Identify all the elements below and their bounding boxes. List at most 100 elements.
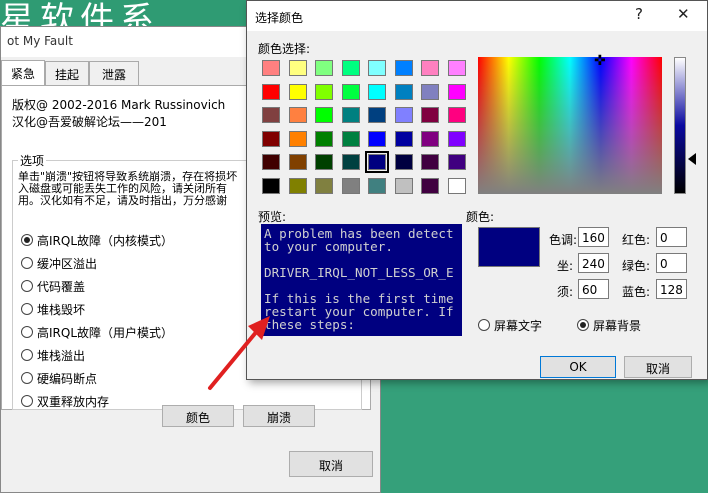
color-swatch[interactable] <box>447 83 466 100</box>
preview-area: A problem has been detect to your comput… <box>261 224 462 336</box>
color-swatch[interactable] <box>288 83 307 100</box>
lum-label: 须: <box>557 285 574 299</box>
color-swatch[interactable] <box>315 177 333 194</box>
color-swatch[interactable] <box>288 177 307 194</box>
color-swatch[interactable] <box>341 83 360 100</box>
blue-label: 蓝色: <box>622 285 651 299</box>
option-radio[interactable]: 高IRQL故障（用户模式） <box>21 323 173 341</box>
color-swatch[interactable] <box>262 154 280 170</box>
color-swatch[interactable] <box>447 60 466 76</box>
color-swatch[interactable] <box>288 130 307 147</box>
radio-indicator[interactable] <box>21 349 33 361</box>
tab-crash[interactable]: 紧急 <box>1 60 45 86</box>
color-swatch[interactable] <box>315 107 333 123</box>
color-swatch[interactable] <box>288 154 307 170</box>
color-swatch[interactable] <box>315 60 333 76</box>
screen-text-label: 屏幕文字 <box>494 318 543 333</box>
dialog-cancel-button[interactable]: 取消 <box>624 356 692 378</box>
color-swatch[interactable] <box>368 130 386 147</box>
color-swatch[interactable] <box>447 154 466 170</box>
color-swatch[interactable] <box>394 130 413 147</box>
luminance-arrow-icon[interactable] <box>688 153 696 165</box>
color-swatch[interactable] <box>341 107 360 123</box>
option-radio[interactable]: 堆栈毁坏 <box>21 300 85 318</box>
color-spectrum[interactable] <box>478 57 662 194</box>
color-swatch[interactable] <box>262 60 280 76</box>
hue-label: 色调: <box>549 233 578 247</box>
luminance-slider[interactable] <box>674 57 686 194</box>
color-swatch[interactable] <box>288 60 307 76</box>
radio-indicator[interactable] <box>21 326 33 338</box>
color-swatch[interactable] <box>447 107 466 123</box>
color-swatch[interactable] <box>447 130 466 147</box>
radio-indicator[interactable] <box>21 234 33 246</box>
tab-leak[interactable]: 泄露 <box>89 61 139 85</box>
color-swatch[interactable] <box>394 107 413 123</box>
color-swatch[interactable] <box>315 83 333 100</box>
option-radio[interactable]: 硬编码断点 <box>21 369 97 387</box>
color-swatch[interactable] <box>315 154 333 170</box>
cancel-button[interactable]: 取消 <box>289 451 373 477</box>
color-swatch[interactable] <box>394 60 413 76</box>
color-swatch[interactable] <box>341 130 360 147</box>
hue-field[interactable]: 160 <box>578 227 609 247</box>
red-field[interactable]: 0 <box>656 227 687 247</box>
option-label: 硬编码断点 <box>37 371 98 386</box>
color-swatch[interactable] <box>368 83 386 100</box>
color-swatch[interactable] <box>368 60 386 76</box>
radio-indicator[interactable] <box>21 303 33 315</box>
radio-indicator[interactable] <box>21 257 33 269</box>
crash-button[interactable]: 崩溃 <box>243 405 315 427</box>
color-swatch[interactable] <box>421 60 439 76</box>
ok-button[interactable]: OK <box>540 356 616 378</box>
option-radio[interactable]: 堆栈溢出 <box>21 346 85 364</box>
option-label: 高IRQL故障（用户模式） <box>37 325 174 340</box>
color-swatch[interactable] <box>262 83 280 100</box>
color-swatch[interactable] <box>315 130 333 147</box>
color-swatch[interactable] <box>447 177 466 194</box>
color-swatch[interactable] <box>288 107 307 123</box>
red-label: 红色: <box>622 233 651 247</box>
color-swatch[interactable] <box>368 107 386 123</box>
color-swatch[interactable] <box>394 83 413 100</box>
option-radio[interactable]: 代码覆盖 <box>21 277 85 295</box>
radio-indicator[interactable] <box>577 319 589 331</box>
sat-field[interactable]: 240 <box>578 253 609 273</box>
radio-indicator[interactable] <box>21 372 33 384</box>
option-radio[interactable]: 双重释放内存 <box>21 392 109 410</box>
close-icon[interactable]: ✕ <box>677 5 690 23</box>
color-swatch[interactable] <box>421 154 439 170</box>
color-swatch[interactable] <box>368 177 386 194</box>
blue-field[interactable]: 128 <box>656 279 687 299</box>
screen-bg-radio[interactable]: 屏幕背景 <box>577 316 641 334</box>
radio-indicator[interactable] <box>21 395 33 407</box>
color-swatch[interactable] <box>262 177 280 194</box>
radio-indicator[interactable] <box>478 319 490 331</box>
color-swatch[interactable] <box>365 151 389 173</box>
color-swatch[interactable] <box>421 107 439 123</box>
preview-label: 预览: <box>258 210 287 224</box>
color-swatch[interactable] <box>421 83 439 100</box>
color-swatch[interactable] <box>394 177 413 194</box>
color-swatch[interactable] <box>341 177 360 194</box>
help-icon[interactable]: ? <box>635 5 643 23</box>
tab-hang[interactable]: 挂起 <box>45 61 89 85</box>
color-button[interactable]: 颜色 <box>162 405 234 427</box>
option-label: 堆栈溢出 <box>37 348 86 363</box>
color-swatch[interactable] <box>341 60 360 76</box>
color-swatch[interactable] <box>394 154 413 170</box>
localized-by-text: 汉化@吾爱破解论坛——201 <box>12 115 167 129</box>
color-swatch[interactable] <box>262 130 280 147</box>
screen-text-radio[interactable]: 屏幕文字 <box>478 316 542 334</box>
color-swatch[interactable] <box>421 177 439 194</box>
color-swatch[interactable] <box>341 154 360 170</box>
lum-field[interactable]: 60 <box>578 279 609 299</box>
color-label: 颜色: <box>466 210 495 224</box>
color-swatch[interactable] <box>421 130 439 147</box>
option-radio[interactable]: 缓冲区溢出 <box>21 254 97 272</box>
radio-indicator[interactable] <box>21 280 33 292</box>
option-radio[interactable]: 高IRQL故障（内核模式） <box>21 231 173 249</box>
color-swatch[interactable] <box>262 107 280 123</box>
green-field[interactable]: 0 <box>656 253 687 273</box>
option-label: 双重释放内存 <box>37 394 110 409</box>
